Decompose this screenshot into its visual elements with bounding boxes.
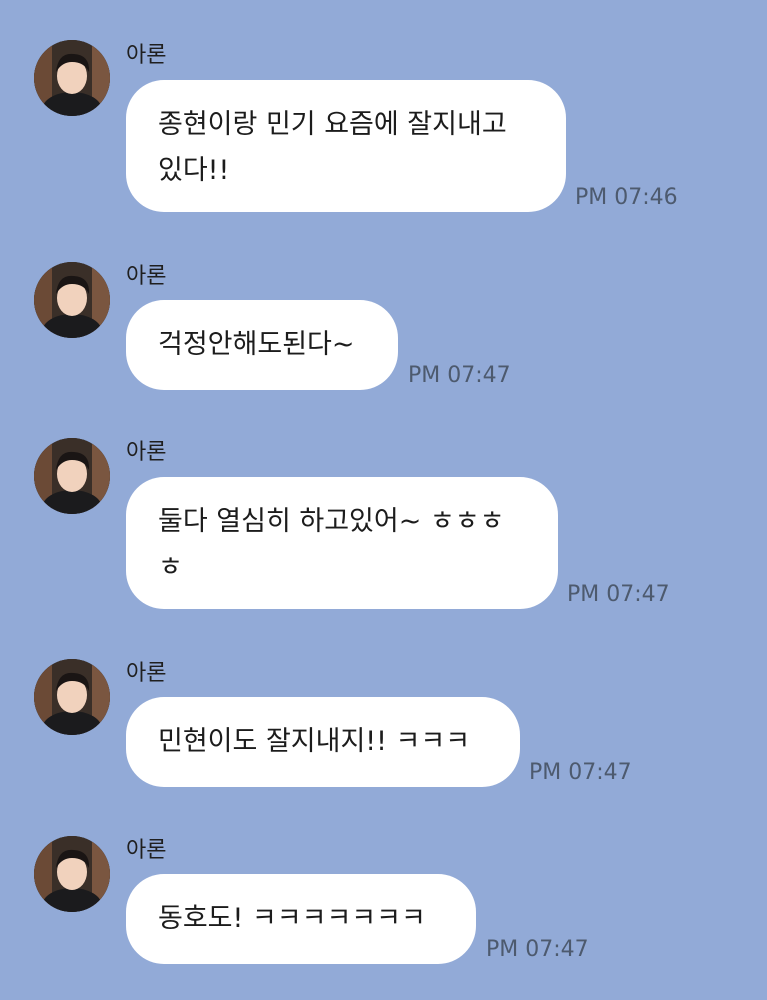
message-bubble[interactable]: 민현이도 잘지내지!! ㅋㅋㅋ (126, 697, 520, 787)
message-bubble[interactable]: 걱정안해도된다~ (126, 300, 398, 390)
sender-avatar[interactable] (34, 836, 110, 912)
message-time: PM 07:47 (529, 760, 632, 785)
sender-name: 아론 (126, 264, 167, 289)
sender-avatar[interactable] (34, 659, 110, 735)
sender-avatar[interactable] (34, 262, 110, 338)
message-time: PM 07:47 (486, 937, 589, 962)
sender-name: 아론 (126, 838, 167, 863)
chat-message-list[interactable]: 아론 종현이랑 민기 요즘에 잘지내고 있다!! PM 07:46 아론 걱정안… (0, 0, 767, 1000)
message-time: PM 07:47 (408, 363, 511, 388)
sender-avatar[interactable] (34, 40, 110, 116)
message-bubble[interactable]: 동호도! ㅋㅋㅋㅋㅋㅋㅋ (126, 874, 476, 964)
sender-name: 아론 (126, 440, 167, 465)
message-time: PM 07:47 (567, 582, 670, 607)
message-time: PM 07:46 (575, 185, 678, 210)
sender-avatar[interactable] (34, 438, 110, 514)
sender-name: 아론 (126, 661, 167, 686)
message-bubble[interactable]: 둘다 열심히 하고있어~ ㅎㅎㅎ ㅎ (126, 477, 558, 609)
message-bubble[interactable]: 종현이랑 민기 요즘에 잘지내고 있다!! (126, 80, 566, 212)
sender-name: 아론 (126, 43, 167, 68)
